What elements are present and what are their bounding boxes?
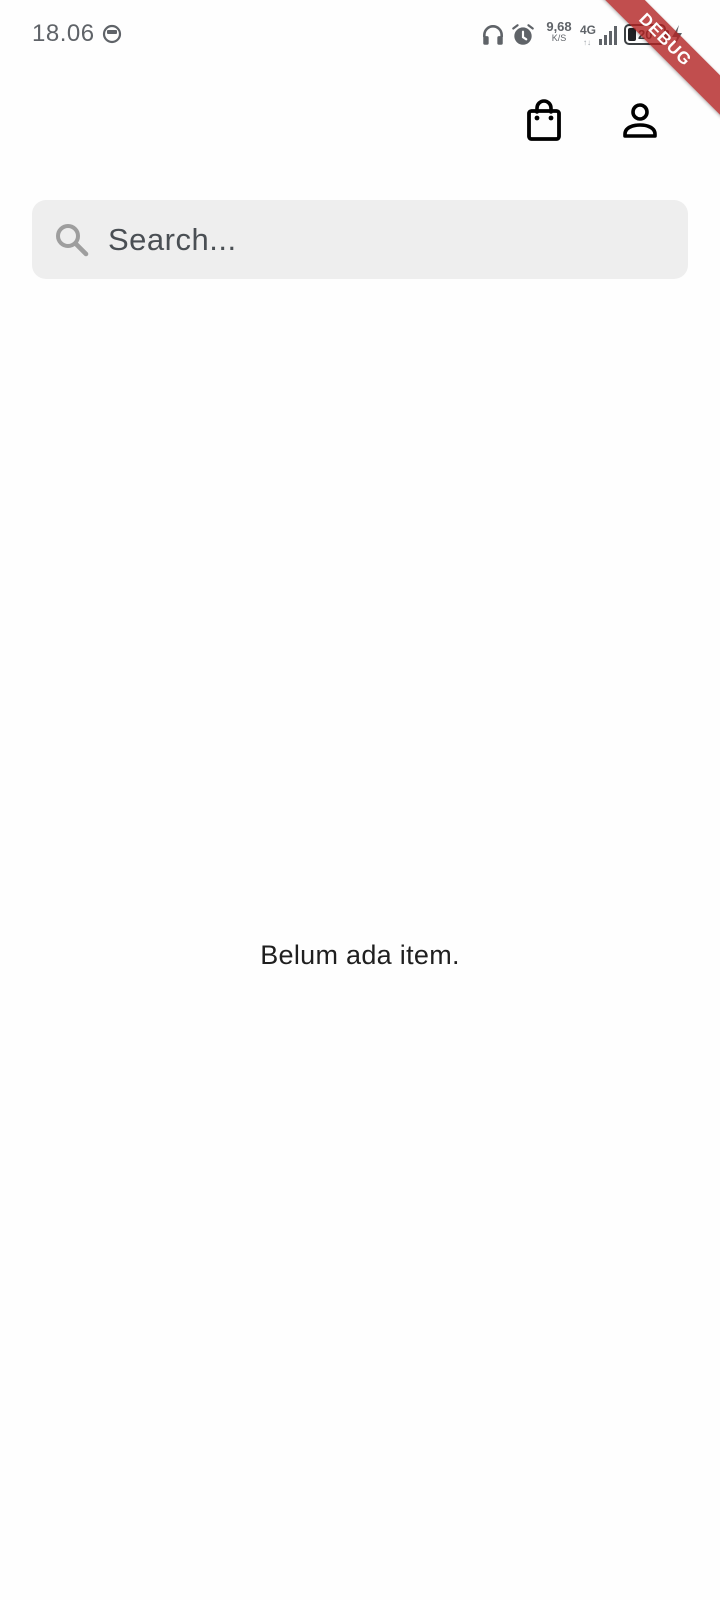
debug-banner-label: DEBUG [590,0,720,118]
search-bar[interactable] [32,200,688,285]
debug-banner: DEBUG [590,0,720,130]
network-speed-value: 9,68 [546,19,572,34]
search-icon [56,224,89,257]
status-time: 18.06 [32,20,95,47]
network-speed-unit: K/S [551,33,567,43]
notification-icon [102,24,122,44]
cart-button[interactable] [514,90,574,150]
empty-state-message: Belum ada item. [260,940,460,970]
network-speed: 9,68 K/S [542,20,576,43]
app-screen: 18.06 9,68 K/S 4G ↑↓ DEBUG Search... Bel… [0,0,720,1600]
alarm-icon [512,24,534,45]
headset-icon [483,25,503,45]
search-input[interactable] [108,200,668,285]
shopping-bag-icon [527,99,561,141]
